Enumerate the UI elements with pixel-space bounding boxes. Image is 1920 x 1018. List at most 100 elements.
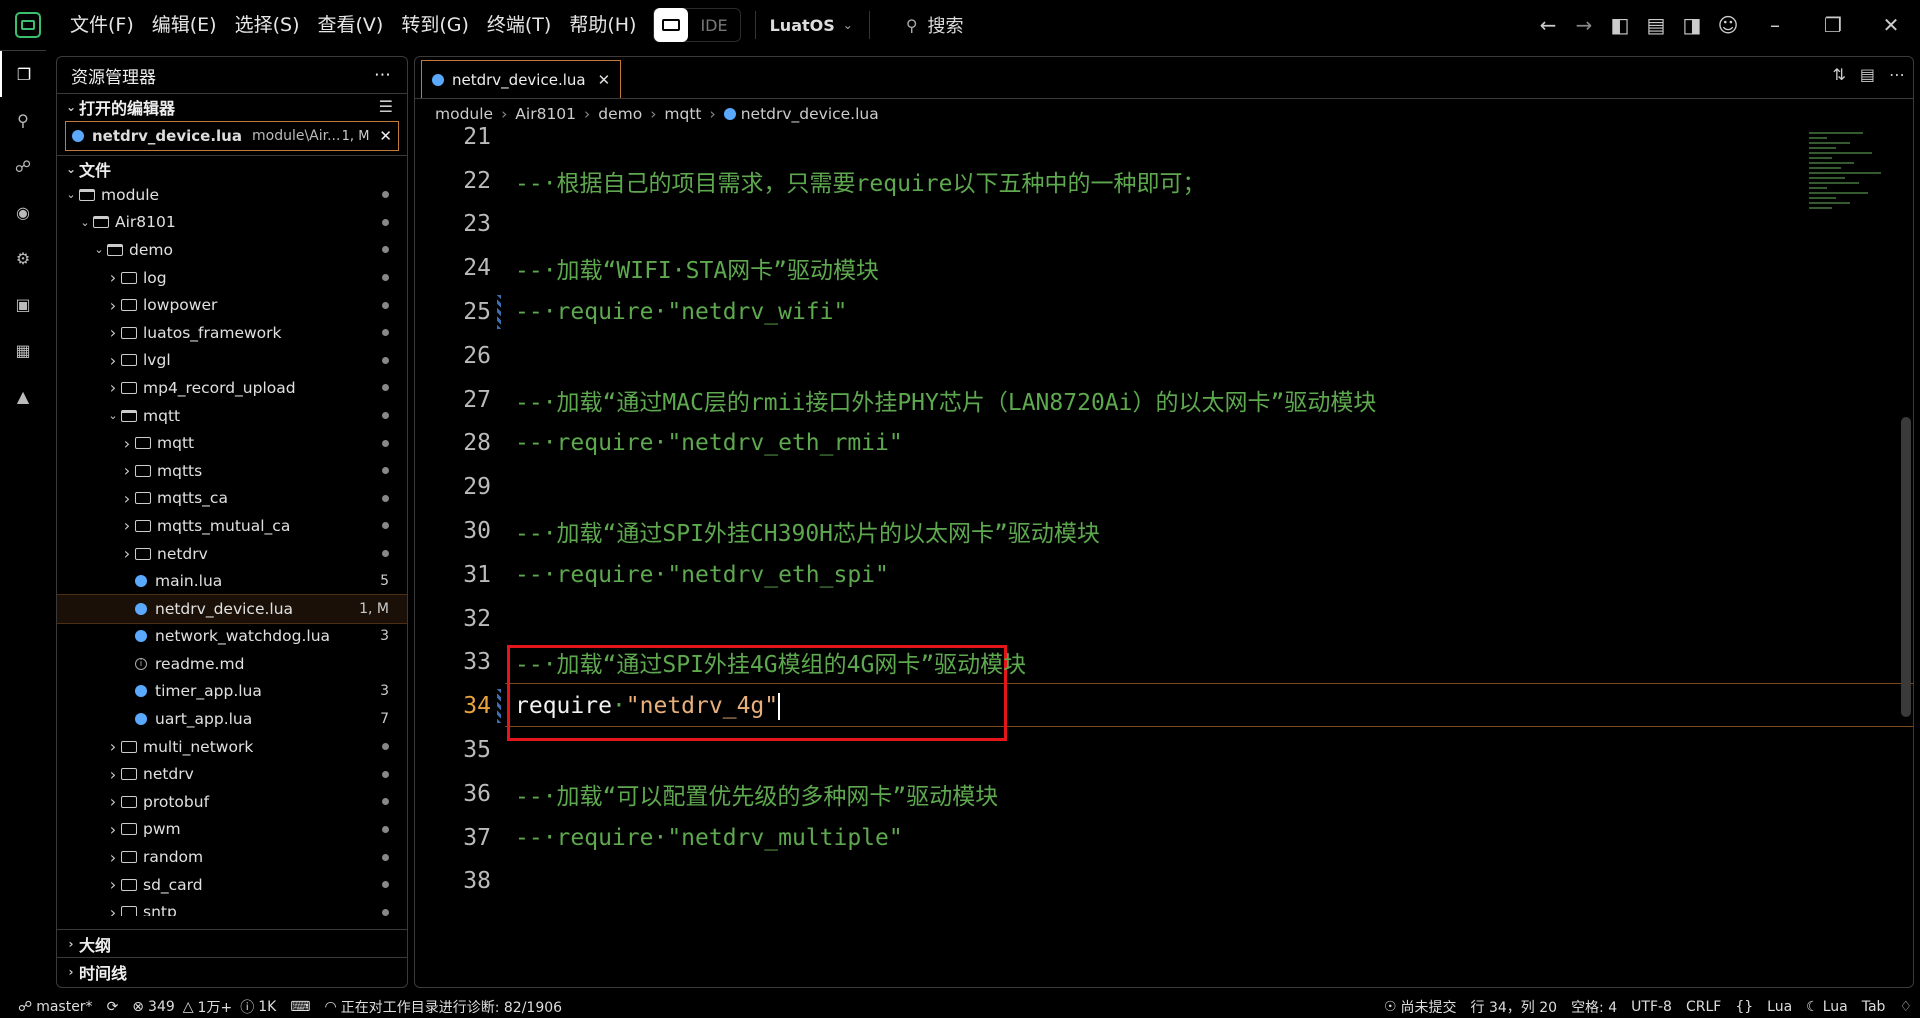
tree-file[interactable]: netdrv_device.lua 1, M	[57, 593, 407, 624]
tree-file[interactable]: main.lua 5	[57, 567, 407, 595]
breadcrumb-item[interactable]: demo	[598, 105, 642, 123]
back-arrow-icon[interactable]: ←	[1530, 7, 1566, 43]
code-line[interactable]: 24 --·加载“WIFI·STA网卡”驱动模块	[415, 246, 879, 290]
cursor-position[interactable]: 行 34，列 20	[1471, 997, 1558, 1017]
tree-folder[interactable]: › sd_card	[57, 871, 407, 899]
toggle-panel-icon[interactable]: ▤	[1860, 65, 1875, 84]
tree-folder[interactable]: › protobuf	[57, 788, 407, 816]
language-server[interactable]: ☾ Lua	[1806, 999, 1848, 1015]
code-line[interactable]: 30 --·加载“通过SPI外挂CH390H芯片的以太网卡”驱动模块	[415, 509, 1100, 553]
eye-icon[interactable]: ◉	[0, 189, 46, 235]
vertical-scrollbar[interactable]	[1901, 417, 1911, 717]
tab-mode[interactable]: Tab	[1862, 999, 1886, 1015]
indentation[interactable]: 空格: 4	[1571, 997, 1617, 1017]
timeline-header[interactable]: › 时间线	[57, 957, 407, 985]
code-line[interactable]: 36 --·加载“可以配置优先级的多种网卡”驱动模块	[415, 772, 998, 816]
code-line[interactable]: 32	[415, 597, 515, 641]
code-line[interactable]: 29	[415, 465, 515, 509]
files-header[interactable]: ⌄ 文件	[57, 155, 407, 181]
braces-icon[interactable]: {}	[1735, 999, 1753, 1015]
tree-folder[interactable]: ⌄ module	[57, 181, 407, 209]
tree-folder[interactable]: › mqtt	[57, 429, 407, 457]
code-line[interactable]: 27 --·加载“通过MAC层的rmii接口外挂PHY芯片（LAN8720Ai）的…	[415, 378, 1376, 422]
menu-item-0[interactable]: 文件(F)	[61, 8, 143, 42]
open-editors-header[interactable]: ⌄ 打开的编辑器 ☰	[57, 93, 407, 119]
code-line[interactable]: 38	[415, 860, 515, 904]
tree-folder[interactable]: › log	[57, 264, 407, 292]
settings-sliders-icon[interactable]: ☰	[379, 97, 393, 116]
tree-folder[interactable]: ⌄ mqtt	[57, 402, 407, 430]
code-line[interactable]: 28 --·require·"netdrv_eth_rmii"	[415, 422, 902, 466]
tree-file[interactable]: network_watchdog.lua 3	[57, 623, 407, 651]
close-tab-icon[interactable]: ✕	[598, 71, 611, 89]
language-mode[interactable]: Lua	[1767, 999, 1792, 1015]
tree-file[interactable]: uart_app.lua 7	[57, 705, 407, 733]
commit-status[interactable]: ☉ 尚未提交	[1384, 997, 1457, 1017]
chevron-down-icon[interactable]: ⌄	[843, 18, 853, 32]
menu-item-6[interactable]: 帮助(H)	[560, 8, 645, 42]
search-view-icon[interactable]: ⚲	[0, 97, 46, 143]
minimize-button[interactable]: –	[1746, 7, 1804, 43]
code-line[interactable]: 34 require·"netdrv_4g"	[415, 684, 781, 728]
code-line[interactable]: 25 --·require·"netdrv_wifi"	[415, 290, 847, 334]
code-editor[interactable]: 21 22 --·根据自己的项目需求，只需要require以下五种中的一种即可； 23…	[415, 124, 1913, 987]
more-actions-icon[interactable]: ⋯	[1889, 65, 1905, 84]
diagnostics-status[interactable]: ◠ 正在对工作目录进行诊断: 82/1906	[325, 997, 563, 1017]
tree-folder[interactable]: › pwm	[57, 816, 407, 844]
tree-folder[interactable]: › multi_network	[57, 733, 407, 761]
line-ending[interactable]: CRLF	[1686, 999, 1721, 1015]
tree-folder[interactable]: › lvgl	[57, 347, 407, 375]
compare-changes-icon[interactable]: ⇅	[1832, 65, 1845, 84]
notifications-bell-icon[interactable]: ♢	[1899, 999, 1912, 1015]
minimap[interactable]	[1809, 129, 1899, 249]
tree-file[interactable]: timer_app.lua 3	[57, 678, 407, 706]
close-icon[interactable]: ✕	[379, 127, 392, 145]
menu-item-5[interactable]: 终端(T)	[478, 8, 560, 42]
problems-status[interactable]: ⊗ 349 △ 1万+ ⓘ 1K	[132, 997, 276, 1017]
tree-folder[interactable]: › mqtts	[57, 457, 407, 485]
menu-item-4[interactable]: 转到(G)	[392, 8, 478, 42]
breadcrumb-item[interactable]: netdrv_device.lua	[741, 105, 879, 123]
code-line[interactable]: 37 --·require·"netdrv_multiple"	[415, 816, 902, 860]
outline-header[interactable]: › 大纲	[57, 929, 407, 957]
breadcrumb-item[interactable]: Air8101	[515, 105, 576, 123]
search-input[interactable]: ⚲ 搜索	[906, 12, 964, 38]
toggle-sidebar-icon[interactable]: ◧	[1602, 7, 1638, 43]
source-control-icon[interactable]: ☍	[0, 143, 46, 189]
flask-icon[interactable]: ▲	[0, 373, 46, 419]
tree-folder[interactable]: ⌄ demo	[57, 236, 407, 264]
open-editor-item[interactable]: netdrv_device.lua module\Air... 1, M ✕	[65, 121, 399, 151]
code-line[interactable]: 33 --·加载“通过SPI外挂4G模组的4G网卡”驱动模块	[415, 641, 1026, 685]
toggle-panel-icon[interactable]: ▤	[1638, 7, 1674, 43]
extensions-icon[interactable]: ▦	[0, 327, 46, 373]
code-line[interactable]: 26	[415, 334, 515, 378]
close-window-button[interactable]: ✕	[1862, 7, 1920, 43]
branch-status[interactable]: ☍ master*	[18, 999, 93, 1015]
account-icon[interactable]: ☺	[1710, 7, 1746, 43]
code-line[interactable]: 23	[415, 203, 515, 247]
menu-item-2[interactable]: 选择(S)	[226, 8, 309, 42]
sync-icon[interactable]: ⟳	[107, 999, 119, 1015]
forward-arrow-icon[interactable]: →	[1566, 7, 1602, 43]
tree-folder[interactable]: ⌄ Air8101	[57, 209, 407, 237]
code-line[interactable]: 22 --·根据自己的项目需求，只需要require以下五种中的一种即可；	[415, 159, 1205, 203]
ide-toggle[interactable]: IDE	[653, 8, 741, 42]
tree-folder[interactable]: › sntp	[57, 898, 407, 916]
encoding[interactable]: UTF-8	[1631, 999, 1672, 1015]
menu-item-3[interactable]: 查看(V)	[309, 8, 393, 42]
remote-screen-icon[interactable]: ▣	[0, 281, 46, 327]
tree-folder[interactable]: › luatos_framework	[57, 319, 407, 347]
tree-folder[interactable]: › mqtts_mutual_ca	[57, 512, 407, 540]
code-line[interactable]: 35	[415, 728, 515, 772]
tree-folder[interactable]: › netdrv	[57, 540, 407, 568]
tree-file[interactable]: i readme.md	[57, 650, 407, 678]
tree-folder[interactable]: › random	[57, 843, 407, 871]
more-actions-icon[interactable]: ⋯	[374, 65, 391, 85]
debug-bug-icon[interactable]: ⚙	[0, 235, 46, 281]
tree-folder[interactable]: › netdrv	[57, 760, 407, 788]
code-line[interactable]: 21	[415, 115, 515, 159]
tree-folder[interactable]: › mqtts_ca	[57, 485, 407, 513]
toggle-secondary-sidebar-icon[interactable]: ◨	[1674, 7, 1710, 43]
code-line[interactable]: 31 --·require·"netdrv_eth_spi"	[415, 553, 889, 597]
tree-folder[interactable]: › mp4_record_upload	[57, 374, 407, 402]
